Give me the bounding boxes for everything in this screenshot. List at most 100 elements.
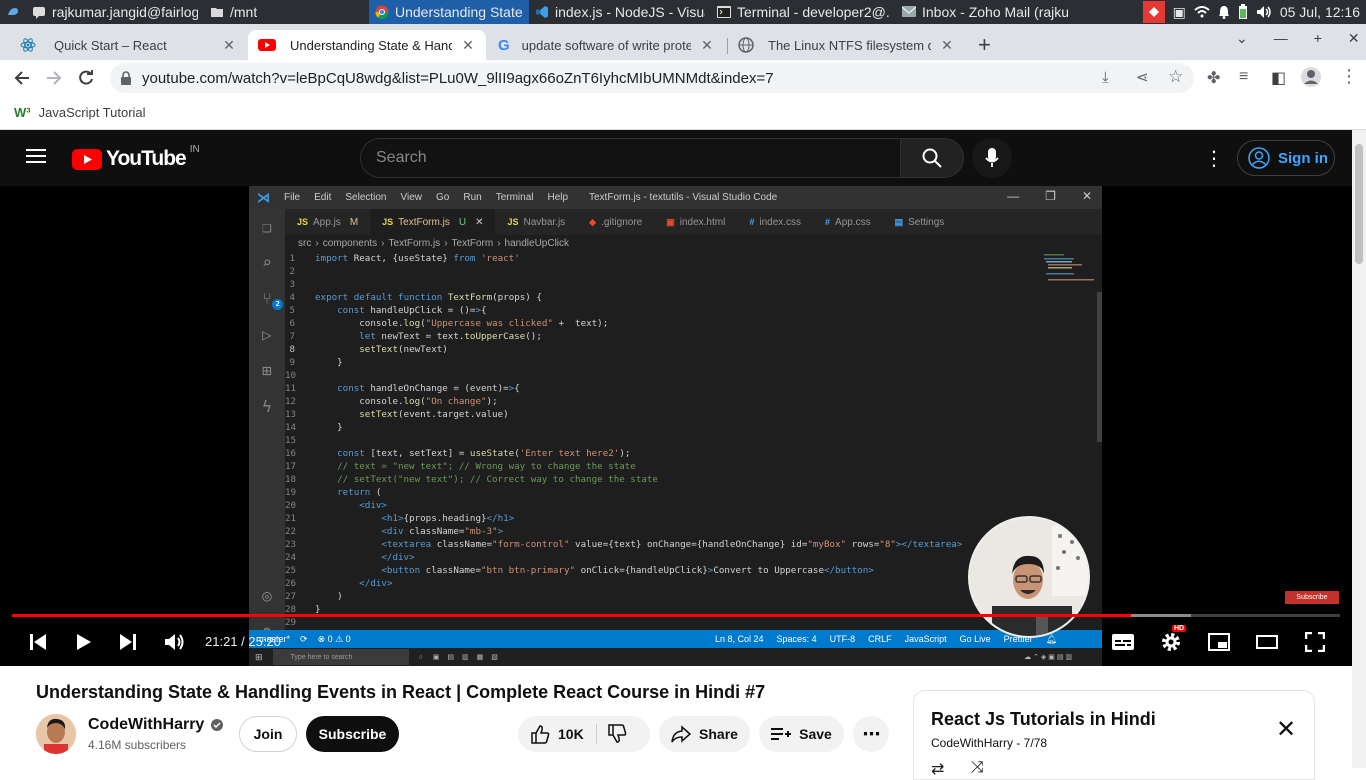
subscribe-watermark[interactable]: Subscribe — [1285, 591, 1339, 604]
subscribe-button[interactable]: Subscribe — [306, 716, 399, 752]
lock-icon[interactable] — [120, 71, 132, 85]
folder-icon — [210, 6, 224, 18]
clock[interactable]: 05 Jul, 12:16 — [1280, 4, 1360, 20]
install-icon[interactable]: ⤓ — [1102, 69, 1109, 86]
close-tab-icon[interactable]: ✕ — [460, 37, 476, 54]
taskbar-window-0[interactable]: rajkumar.jangid@fairlogs... — [26, 0, 204, 24]
browser-tab-react[interactable]: Quick Start – React ✕ — [10, 30, 247, 60]
dislike-button[interactable] — [597, 724, 627, 744]
search-button[interactable] — [900, 138, 964, 178]
back-button[interactable] — [6, 62, 38, 94]
close-tab-icon[interactable]: ✕ — [939, 37, 955, 54]
taskbar-window-1[interactable]: /mnt — [204, 0, 369, 24]
bell-icon[interactable] — [1218, 5, 1230, 19]
vscode-menu-item: Terminal — [495, 192, 534, 203]
mute-button[interactable] — [155, 622, 195, 662]
loop-icon[interactable]: ⇄ — [931, 759, 944, 779]
tab-search-icon[interactable]: ⌄ — [1236, 30, 1248, 47]
region-code: IN — [189, 143, 200, 155]
shuffle-icon[interactable]: ⤨ — [971, 759, 984, 777]
browser-tab-youtube[interactable]: Understanding State & Handling ✕ — [248, 30, 486, 60]
fullscreen-button[interactable] — [1295, 622, 1335, 662]
close-playlist-icon[interactable]: ✕ — [1276, 715, 1296, 744]
playlist-title[interactable]: React Js Tutorials in Hindi — [931, 709, 1156, 730]
extensions-icon[interactable]: ✤ — [1207, 68, 1220, 88]
line-number: 15 — [285, 435, 297, 446]
save-button[interactable]: Save — [759, 716, 844, 752]
share-icon[interactable]: ⋖ — [1136, 68, 1149, 86]
os-taskbar: rajkumar.jangid@fairlogs... /mnt Understan… — [0, 0, 1366, 24]
fullscreen-icon — [1305, 632, 1325, 652]
reload-button[interactable] — [70, 62, 102, 94]
subtitles-button[interactable] — [1103, 622, 1143, 662]
join-button[interactable]: Join — [239, 716, 297, 752]
line-number: 19 — [285, 487, 297, 498]
forward-button[interactable] — [38, 62, 70, 94]
youtube-logo[interactable]: YouTube IN — [72, 143, 200, 171]
maximize-icon[interactable]: + — [1314, 30, 1322, 47]
more-actions-button[interactable]: ⋯ — [853, 716, 889, 752]
sign-in-label: Sign in — [1278, 149, 1328, 167]
close-window-icon[interactable]: ✕ — [1348, 30, 1360, 47]
bookmark-javascript-tutorial[interactable]: JavaScript Tutorial — [39, 105, 146, 120]
chrome-menu-icon[interactable]: ⋮ — [1340, 66, 1358, 87]
close-tab-icon[interactable]: ✕ — [699, 37, 715, 54]
settings-button[interactable]: HD — [1151, 622, 1191, 662]
bookmark-star-icon[interactable]: ☆ — [1168, 67, 1183, 87]
battery-icon[interactable] — [1238, 4, 1248, 20]
progress-bar[interactable] — [12, 614, 1340, 617]
vscode-close-icon: ✕ — [1081, 189, 1092, 203]
vscode-tab-label: TextForm.js — [398, 216, 450, 228]
anydesk-icon[interactable] — [1142, 1, 1165, 23]
system-menu-icon[interactable] — [0, 0, 26, 24]
bookmark-favicon-icon: W³ — [14, 105, 31, 120]
new-tab-button[interactable]: + — [978, 32, 991, 58]
theater-mode-button[interactable] — [1247, 622, 1287, 662]
react-icon — [20, 37, 36, 53]
share-button[interactable]: Share — [659, 716, 750, 752]
page-scrollbar[interactable] — [1352, 130, 1366, 768]
line-number: 27 — [285, 591, 297, 602]
browser-tab-google[interactable]: G update software of write protec ✕ — [488, 30, 725, 60]
close-tab-icon[interactable]: ✕ — [221, 37, 237, 54]
sign-in-button[interactable]: Sign in — [1237, 140, 1335, 176]
minimize-icon[interactable]: — — [1274, 30, 1288, 47]
video-player[interactable]: ⋊ File Edit Selection View Go Run Terminal Help… — [0, 186, 1352, 666]
vscode-activity-bar: ❏ ⌕ ⑂2 ▷ ⊞ ϟ ◎ ⚙ — [249, 209, 285, 642]
channel-avatar[interactable] — [36, 714, 76, 754]
address-bar[interactable]: youtube.com/watch?v=leBpCqU8wdg&list=PLu… — [110, 63, 1194, 93]
code-line: 22 <div className="mb-3"> — [285, 525, 1035, 538]
previous-button[interactable] — [18, 622, 58, 662]
settings-dots-icon[interactable]: ⋮ — [1204, 146, 1224, 171]
scrollbar-thumb[interactable] — [1355, 144, 1363, 264]
voice-search-button[interactable] — [972, 138, 1012, 178]
tab-title: Understanding State & Handling — [290, 37, 452, 53]
vscode-menu: File Edit Selection View Go Run Terminal Help — [284, 192, 568, 203]
volume-icon[interactable] — [1256, 5, 1272, 19]
miniplayer-button[interactable] — [1199, 622, 1239, 662]
play-button[interactable] — [64, 622, 104, 662]
taskbar-window-3[interactable]: index.js - NodeJS - Visual ... — [529, 0, 711, 24]
wifi-icon[interactable] — [1194, 6, 1210, 18]
code-text: ) — [315, 591, 343, 602]
next-button[interactable] — [108, 622, 148, 662]
guide-menu-icon[interactable] — [26, 148, 46, 164]
taskbar-window-4[interactable]: Terminal - developer2@... — [711, 0, 896, 24]
browser-tab-linux[interactable]: The Linux NTFS filesystem drive ✕ — [728, 30, 965, 60]
search-icon — [922, 148, 942, 168]
save-label: Save — [799, 726, 832, 742]
channel-name[interactable]: CodeWithHarry — [88, 716, 224, 734]
profile-icon[interactable] — [1300, 66, 1322, 88]
youtube-masthead: YouTube IN Search ⋮ Sign in — [0, 130, 1352, 186]
presenter-image — [970, 518, 1088, 636]
chat-tray-icon[interactable]: ▣ — [1173, 4, 1186, 21]
media-control-icon[interactable]: ≡ — [1239, 68, 1248, 86]
vscode-tab: JS App.js M — [285, 209, 370, 235]
line-number: 3 — [289, 279, 295, 290]
taskbar-window-5[interactable]: Inbox - Zoho Mail (rajku... — [896, 0, 1074, 24]
code-line: 6 console.log("Uppercase was clicked" + … — [285, 317, 1035, 330]
taskbar-window-2[interactable]: Understanding State & H... — [369, 0, 529, 24]
search-input[interactable]: Search — [360, 138, 901, 178]
like-button[interactable]: 10K — [530, 724, 597, 744]
side-panel-icon[interactable]: ◧ — [1271, 68, 1286, 88]
